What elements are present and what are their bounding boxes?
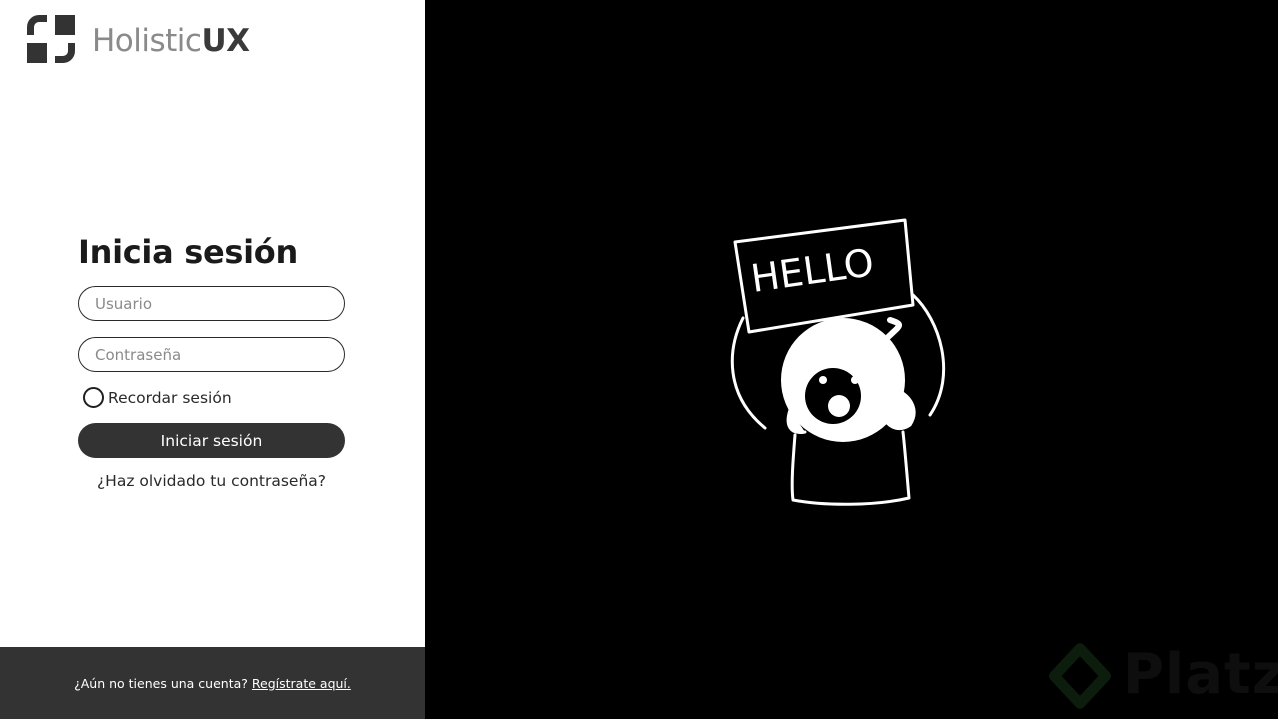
register-footer: ¿Aún no tienes una cuenta? Regístrate aq… (0, 647, 425, 719)
hello-girl-illustration: HELLO (730, 218, 946, 506)
platzi-wordmark: Platzi (1123, 642, 1278, 707)
platzi-watermark: Platzi (1049, 638, 1278, 716)
remember-session-option[interactable]: Recordar sesión (83, 387, 232, 408)
register-link[interactable]: Regístrate aquí. (252, 676, 351, 691)
login-form: Inicia sesión Recordar sesión Iniciar se… (78, 230, 346, 490)
logo-mark-icon (27, 15, 75, 63)
login-button[interactable]: Iniciar sesión (78, 423, 345, 458)
logo-wordmark: HolisticUX (92, 22, 250, 60)
register-question: ¿Aún no tienes una cuenta? (74, 675, 248, 691)
forgot-password-link[interactable]: ¿Haz olvidado tu contraseña? (78, 472, 345, 490)
logo-text-light: Holistic (92, 23, 202, 59)
platzi-logo-icon (1049, 643, 1111, 709)
login-page: HolisticUX Inicia sesión Recordar sesión… (0, 0, 1278, 719)
username-input[interactable] (78, 286, 345, 321)
remember-session-label: Recordar sesión (108, 388, 232, 407)
login-panel: HolisticUX Inicia sesión Recordar sesión… (0, 0, 425, 719)
holisticux-logo: HolisticUX (27, 15, 257, 65)
illustration-panel: HELLO Platzi (425, 0, 1278, 719)
logo-text-bold: UX (201, 23, 250, 59)
page-title: Inicia sesión (78, 233, 298, 271)
password-input[interactable] (78, 337, 345, 372)
remember-session-radio[interactable] (83, 387, 104, 408)
hello-sign-text: HELLO (748, 240, 876, 301)
